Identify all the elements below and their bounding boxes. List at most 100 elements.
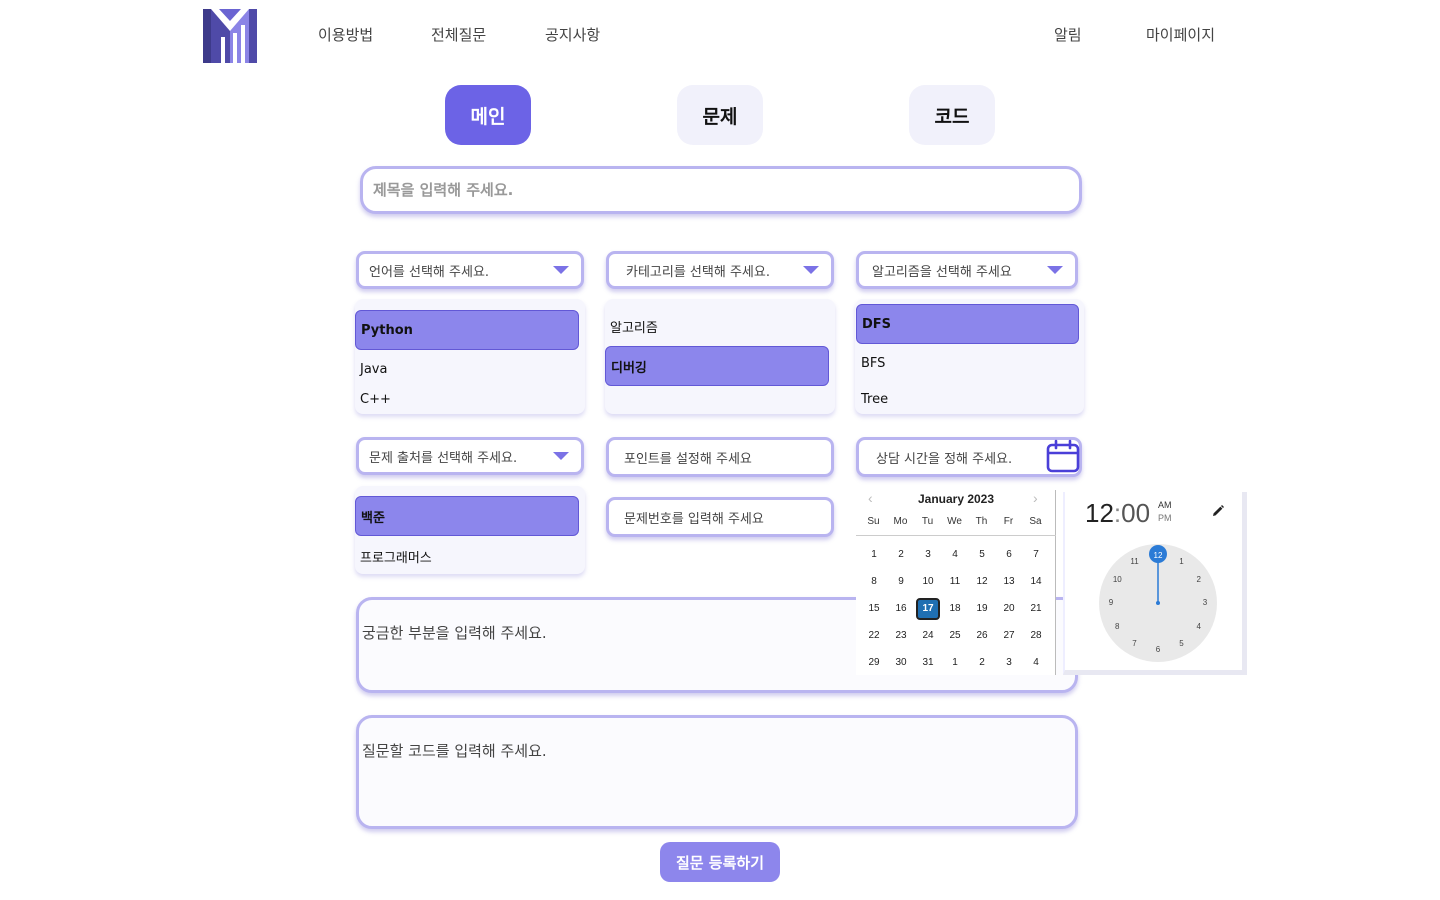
time-hours[interactable]: 12 — [1085, 498, 1114, 528]
calendar-day[interactable]: 27 — [997, 625, 1021, 647]
calendar-day[interactable]: 2 — [970, 652, 994, 674]
calendar-day[interactable]: 20 — [997, 598, 1021, 620]
calendar-day[interactable]: 13 — [997, 571, 1021, 593]
option-cpp[interactable]: C++ — [360, 392, 391, 407]
clock-hour-1[interactable]: 1 — [1175, 557, 1189, 566]
nav-mypage[interactable]: 마이페이지 — [1146, 24, 1215, 45]
clock-hour-10[interactable]: 10 — [1110, 575, 1124, 584]
clock-hour-6[interactable]: 6 — [1151, 645, 1165, 654]
calendar-weekday: Su — [867, 516, 880, 527]
language-select-label: 언어를 선택해 주세요. — [369, 264, 490, 280]
tab-main[interactable]: 메인 — [445, 85, 531, 145]
clock-hour-12[interactable]: 12 — [1151, 551, 1165, 560]
question-code-input[interactable]: 질문할 코드를 입력해 주세요. — [356, 715, 1078, 829]
points-input-placeholder: 포인트를 설정해 주세요 — [624, 451, 752, 467]
calendar-day[interactable]: 1 — [943, 652, 967, 674]
calendar-day[interactable]: 18 — [943, 598, 967, 620]
calendar-day[interactable]: 31 — [916, 652, 940, 674]
calendar-day[interactable]: 3 — [916, 544, 940, 566]
calendar-day[interactable]: 16 — [889, 598, 913, 620]
calendar-day[interactable]: 12 — [970, 571, 994, 593]
title-input[interactable] — [363, 169, 1079, 211]
calendar-icon[interactable] — [1045, 439, 1081, 475]
calendar-day[interactable]: 1 — [862, 544, 886, 566]
calendar-day[interactable]: 7 — [1024, 544, 1048, 566]
am-toggle[interactable]: AM — [1158, 500, 1172, 510]
calendar-day[interactable]: 26 — [970, 625, 994, 647]
clock-hour-11[interactable]: 11 — [1128, 557, 1142, 566]
clock-hour-2[interactable]: 2 — [1192, 575, 1206, 584]
clock-dial[interactable]: 12 1 2 3 4 5 6 7 8 9 10 11 — [1099, 544, 1217, 662]
calendar-day[interactable]: 30 — [889, 652, 913, 674]
calendar-day[interactable]: 29 — [862, 652, 886, 674]
calendar-day[interactable]: 25 — [943, 625, 967, 647]
caret-down-icon — [803, 266, 819, 274]
nav-all-questions[interactable]: 전체질문 — [431, 24, 486, 45]
calendar-day[interactable]: 5 — [970, 544, 994, 566]
option-programmers[interactable]: 프로그래머스 — [360, 547, 432, 566]
time-minutes[interactable]: 00 — [1121, 498, 1150, 528]
clock-hour-5[interactable]: 5 — [1175, 639, 1189, 648]
calendar-weekday: We — [947, 516, 962, 527]
caret-down-icon — [553, 266, 569, 274]
calendar-day[interactable]: 9 — [889, 571, 913, 593]
calendar-day[interactable]: 4 — [943, 544, 967, 566]
consult-time-input[interactable]: 상담 시간을 정해 주세요. — [856, 437, 1082, 477]
calendar-day[interactable]: 2 — [889, 544, 913, 566]
calendar-day[interactable]: 22 — [862, 625, 886, 647]
problem-number-placeholder: 문제번호를 입력해 주세요 — [624, 511, 764, 527]
calendar-day[interactable]: 28 — [1024, 625, 1048, 647]
calendar-day[interactable]: 10 — [916, 571, 940, 593]
calendar-day[interactable]: 24 — [916, 625, 940, 647]
time-picker: 12:00 AM PM 12 1 2 3 4 5 6 7 8 9 10 11 — [1063, 492, 1247, 675]
caret-down-icon — [553, 452, 569, 460]
tab-problem[interactable]: 문제 — [677, 85, 763, 145]
clock-hour-7[interactable]: 7 — [1128, 639, 1142, 648]
calendar-weekday: Th — [975, 516, 988, 527]
language-options: Python Java C++ — [355, 299, 585, 414]
calendar-day[interactable]: 14 — [1024, 571, 1048, 593]
calendar-day[interactable]: 8 — [862, 571, 886, 593]
option-bfs[interactable]: BFS — [861, 356, 885, 371]
pencil-icon[interactable] — [1211, 504, 1225, 518]
calendar-day[interactable]: 11 — [943, 571, 967, 593]
calendar-weekday: Tu — [921, 516, 934, 527]
calendar-day[interactable]: 19 — [970, 598, 994, 620]
nav-notifications[interactable]: 알림 — [1054, 24, 1082, 45]
question-code-placeholder: 질문할 코드를 입력해 주세요. — [362, 742, 547, 760]
option-algorithm[interactable]: 알고리즘 — [610, 317, 658, 336]
option-tree[interactable]: Tree — [861, 392, 888, 407]
clock-hour-9[interactable]: 9 — [1104, 598, 1118, 607]
calendar-day[interactable]: 23 — [889, 625, 913, 647]
option-dfs[interactable]: DFS — [856, 304, 1079, 344]
pm-toggle[interactable]: PM — [1158, 513, 1172, 523]
nav-notices[interactable]: 공지사항 — [545, 24, 600, 45]
algorithm-select[interactable]: 알고리즘을 선택해 주세요 — [856, 251, 1078, 289]
calendar-day[interactable]: 4 — [1024, 652, 1048, 674]
calendar-day[interactable]: 15 — [862, 598, 886, 620]
next-month-icon[interactable]: › — [1033, 490, 1038, 506]
calendar-day[interactable]: 21 — [1024, 598, 1048, 620]
clock-hour-4[interactable]: 4 — [1192, 622, 1206, 631]
question-body-placeholder: 궁금한 부분을 입력해 주세요. — [362, 624, 547, 642]
tab-code[interactable]: 코드 — [909, 85, 995, 145]
logo[interactable] — [203, 9, 257, 63]
source-select[interactable]: 문제 출처를 선택해 주세요. — [356, 437, 584, 475]
option-python[interactable]: Python — [355, 310, 579, 350]
language-select[interactable]: 언어를 선택해 주세요. — [356, 251, 584, 289]
category-options: 알고리즘 디버깅 — [605, 299, 835, 414]
category-select[interactable]: 카테고리를 선택해 주세요. — [606, 251, 834, 289]
points-input[interactable]: 포인트를 설정해 주세요 — [606, 437, 834, 477]
calendar-day[interactable]: 17 — [916, 598, 940, 620]
clock-hour-3[interactable]: 3 — [1198, 598, 1212, 607]
calendar-day[interactable]: 3 — [997, 652, 1021, 674]
option-baekjoon[interactable]: 백준 — [355, 496, 579, 536]
nav-how-to-use[interactable]: 이용방법 — [318, 24, 373, 45]
submit-question-button[interactable]: 질문 등록하기 — [660, 842, 780, 882]
option-debugging[interactable]: 디버깅 — [605, 346, 829, 386]
problem-number-input[interactable]: 문제번호를 입력해 주세요 — [606, 497, 834, 537]
algorithm-select-label: 알고리즘을 선택해 주세요 — [872, 264, 1012, 280]
clock-hour-8[interactable]: 8 — [1110, 622, 1124, 631]
option-java[interactable]: Java — [360, 362, 387, 377]
calendar-day[interactable]: 6 — [997, 544, 1021, 566]
